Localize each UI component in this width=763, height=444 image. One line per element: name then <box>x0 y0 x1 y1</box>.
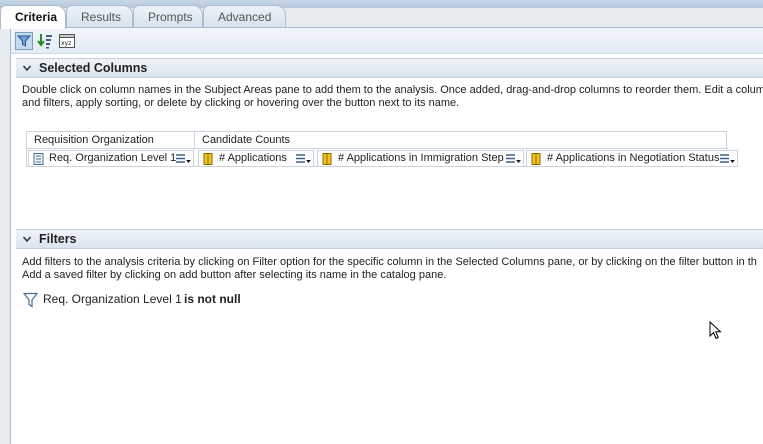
group-label: Requisition Organization <box>34 134 154 146</box>
tab-criteria-label: Criteria <box>15 10 58 24</box>
criteria-panel: xyz Selected Columns Double click on col… <box>10 28 763 444</box>
column-req-organization-level-1[interactable]: Req. Organization Level 1 <box>28 150 194 167</box>
selected-columns-title: Selected Columns <box>39 61 148 75</box>
tab-criteria[interactable]: Criteria <box>0 5 66 29</box>
column-applications-in-negotiation-status[interactable]: # Applications in Negotiation Status <box>526 150 738 167</box>
filters-description-line1: Add filters to the analysis criteria by … <box>22 256 757 268</box>
column-label: Req. Organization Level 1 <box>49 152 177 164</box>
selected-columns-description-line2: and filters, apply sorting, or delete by… <box>22 97 460 109</box>
column-label: # Applications <box>219 152 287 164</box>
tab-results-label: Results <box>81 10 122 24</box>
filters-description-line2: Add a saved filter by clicking on add bu… <box>22 269 447 281</box>
filters-header: Filters <box>16 229 763 249</box>
filter-funnel-icon <box>22 292 39 311</box>
measure-column-icon <box>531 153 541 170</box>
collapse-chevron-icon[interactable] <box>22 63 32 73</box>
filters-title: Filters <box>39 232 77 246</box>
filter-column-name[interactable]: Req. Organization Level 1 <box>43 292 182 306</box>
mouse-cursor-icon <box>709 320 723 344</box>
tab-advanced[interactable]: Advanced <box>203 5 286 28</box>
tab-advanced-label: Advanced <box>218 10 272 24</box>
collapse-chevron-icon[interactable] <box>22 234 32 244</box>
tab-results[interactable]: Results <box>66 5 133 28</box>
measure-column-icon <box>203 153 213 170</box>
selected-columns-panel: Requisition Organization Candidate Count… <box>26 131 738 167</box>
column-label: # Applications in Immigration Step <box>338 152 504 164</box>
selected-columns-header: Selected Columns <box>16 58 763 78</box>
filter-toggle-icon[interactable] <box>15 32 33 50</box>
left-strip <box>0 28 10 444</box>
sort-icon[interactable] <box>36 32 54 50</box>
tab-strip: Criteria Results Prompts Advanced <box>0 5 763 29</box>
column-menu-icon[interactable] <box>720 153 735 169</box>
svg-text:xyz: xyz <box>61 40 71 47</box>
tab-prompts-label: Prompts <box>148 10 193 24</box>
column-applications[interactable]: # Applications <box>198 150 314 167</box>
column-label: # Applications in Negotiation Status <box>547 152 720 164</box>
hierarchy-column-icon <box>33 153 44 170</box>
group-label: Candidate Counts <box>202 134 291 146</box>
measure-column-icon <box>322 153 332 170</box>
group-requisition-organization: Requisition Organization <box>27 132 195 149</box>
selected-columns-description-line1: Double click on column names in the Subj… <box>22 84 763 96</box>
column-applications-in-immigration-step[interactable]: # Applications in Immigration Step <box>317 150 524 167</box>
column-properties-icon[interactable]: xyz <box>58 32 76 50</box>
criteria-toolbar: xyz <box>11 28 763 54</box>
tab-prompts[interactable]: Prompts <box>133 5 203 28</box>
group-candidate-counts: Candidate Counts <box>195 132 728 149</box>
column-menu-icon[interactable] <box>296 153 311 169</box>
filter-operator: is not null <box>184 292 241 306</box>
column-menu-icon[interactable] <box>506 153 521 169</box>
column-menu-icon[interactable] <box>176 153 191 169</box>
